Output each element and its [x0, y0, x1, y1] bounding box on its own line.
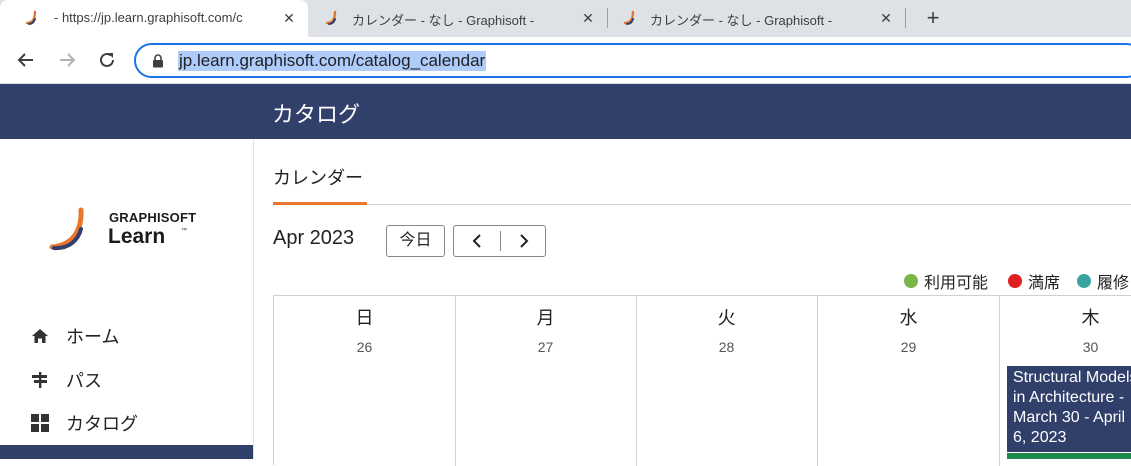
active-tab-indicator	[273, 202, 367, 205]
calendar-event-next[interactable]	[1007, 453, 1131, 459]
weekday-header: 日	[355, 308, 374, 328]
graphisoft-favicon-icon	[325, 10, 337, 25]
day-number: 26	[356, 339, 373, 355]
weekday-header: 月	[536, 308, 555, 328]
calendar-day-column[interactable]: 月 27	[455, 296, 637, 466]
back-button[interactable]	[13, 47, 39, 73]
lock-icon	[153, 54, 163, 68]
sidebar-item-catalog[interactable]: カタログ	[0, 403, 253, 443]
browser-toolbar: jp.learn.graphisoft.com/catalog_calendar	[0, 37, 1131, 84]
calendar-month-title: Apr 2023	[273, 227, 355, 249]
legend-dot-icon	[1077, 274, 1091, 288]
legend-label: 履修	[1097, 275, 1130, 292]
graphisoft-favicon-icon	[623, 10, 635, 25]
site-header: カタログ	[0, 84, 1131, 139]
weekday-header: 水	[899, 308, 918, 328]
forward-button[interactable]	[54, 47, 80, 73]
chevron-right-icon	[520, 234, 529, 248]
calendar-grid: 日 26 月 27 火 28 水 29 木 30	[273, 295, 1131, 466]
url-text[interactable]: jp.learn.graphisoft.com/catalog_calendar	[178, 51, 487, 71]
sidebar-active-item[interactable]	[0, 445, 253, 459]
sidebar-item-label: ホーム	[66, 327, 120, 347]
browser-tab-1[interactable]: - https://jp.learn.graphisoft.com/c ✕	[0, 0, 308, 37]
graphisoft-learn-logo[interactable]: GRAPHISOFT Learn ™	[44, 207, 224, 255]
page-title: カタログ	[272, 102, 361, 127]
chevron-left-icon	[472, 234, 481, 248]
address-bar[interactable]: jp.learn.graphisoft.com/catalog_calendar	[134, 43, 1131, 78]
sidebar-item-label: カタログ	[66, 414, 138, 434]
tab-calendar[interactable]: カレンダー	[273, 164, 363, 190]
day-number: 28	[718, 339, 735, 355]
weekday-header: 火	[717, 308, 736, 328]
main-content: カレンダー Apr 2023 今日 利用可能 満席 履修 日 26 月 27 火…	[254, 139, 1131, 466]
next-month-button[interactable]	[501, 226, 547, 256]
legend-label: 利用可能	[924, 275, 989, 292]
arrow-left-icon	[17, 53, 33, 67]
graphisoft-logo-icon	[49, 207, 84, 251]
legend-available: 利用可能	[904, 269, 988, 293]
close-tab-icon[interactable]: ✕	[279, 8, 299, 28]
signpost-icon	[30, 370, 50, 390]
previous-month-button[interactable]	[454, 226, 500, 256]
tab-separator	[905, 8, 906, 28]
sidebar-item-path[interactable]: パス	[0, 360, 253, 400]
sidebar-item-label: パス	[66, 371, 102, 391]
browser-tab-3[interactable]: カレンダー - なし - Graphisoft - ✕	[608, 0, 904, 37]
sidebar-item-home[interactable]: ホーム	[0, 316, 253, 356]
logo-wordmark-bottom: Learn	[108, 225, 166, 248]
browser-tab-2[interactable]: カレンダー - なし - Graphisoft - ✕	[310, 0, 606, 37]
tab-title: カレンダー - なし - Graphisoft -	[650, 13, 833, 28]
legend-full: 満席	[1008, 269, 1060, 293]
browser-tabstrip: - https://jp.learn.graphisoft.com/c ✕ カレ…	[0, 0, 1131, 37]
calendar-event[interactable]: Structural Models in Architecture - Marc…	[1007, 366, 1131, 452]
grid-icon	[30, 413, 50, 433]
close-tab-icon[interactable]: ✕	[876, 8, 896, 28]
close-tab-icon[interactable]: ✕	[578, 8, 598, 28]
weekday-header: 木	[1081, 308, 1100, 328]
day-number: 30	[1082, 339, 1099, 355]
calendar-day-column[interactable]: 日 26	[274, 296, 456, 466]
month-navigation	[453, 225, 546, 257]
legend-dot-icon	[1008, 274, 1022, 288]
logo-trademark: ™	[181, 228, 187, 234]
new-tab-button[interactable]: +	[918, 4, 948, 32]
tab-title: - https://jp.learn.graphisoft.com/c	[54, 10, 243, 25]
legend-enrolled: 履修	[1077, 269, 1129, 293]
reload-button[interactable]	[94, 47, 120, 73]
day-number: 29	[900, 339, 917, 355]
legend-label: 満席	[1028, 275, 1061, 292]
legend-dot-icon	[904, 274, 918, 288]
calendar-day-column[interactable]: 水 29	[818, 296, 1000, 466]
calendar-day-column[interactable]: 火 28	[636, 296, 818, 466]
arrow-right-icon	[60, 53, 76, 67]
tab-title: カレンダー - なし - Graphisoft -	[352, 13, 535, 28]
today-button[interactable]: 今日	[386, 225, 445, 257]
logo-wordmark-top: GRAPHISOFT	[109, 210, 197, 225]
day-number: 27	[537, 339, 554, 355]
sidebar: GRAPHISOFT Learn ™ ホーム パス カタログ	[0, 139, 254, 459]
reload-icon	[100, 52, 114, 67]
tab-divider	[367, 204, 1131, 205]
home-icon	[30, 326, 50, 346]
graphisoft-favicon-icon	[25, 10, 37, 25]
